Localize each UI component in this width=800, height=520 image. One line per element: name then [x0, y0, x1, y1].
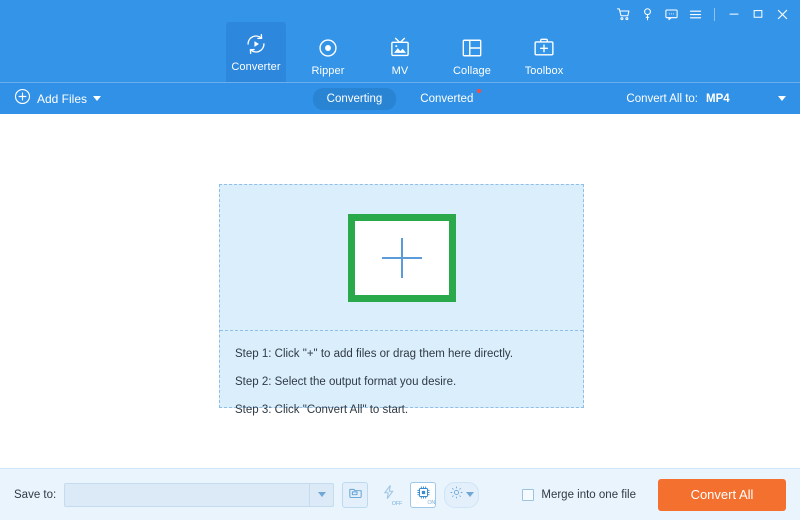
save-to-input[interactable]	[65, 483, 310, 506]
open-folder-button[interactable]	[342, 481, 369, 508]
toolbar: Add Files Converting Converted Convert A…	[0, 82, 800, 114]
plus-icon	[381, 237, 422, 278]
instruction-step-3: Step 3: Click "Convert All" to start.	[235, 404, 409, 416]
ripper-icon	[316, 35, 340, 61]
tab-converted-label: Converted	[420, 92, 474, 105]
nav-label-converter: Converter	[231, 61, 281, 73]
merge-label: Merge into one file	[541, 488, 636, 501]
save-to-field[interactable]	[64, 482, 335, 507]
nav-item-converter[interactable]: Converter	[226, 22, 286, 82]
nav-item-mv[interactable]: MV	[370, 30, 430, 82]
footer-bar: Save to: OFF ON Merge into one file Conv…	[0, 468, 800, 520]
controls-divider	[714, 7, 715, 21]
convert-all-to-label: Convert All to:	[626, 92, 698, 105]
high-speed-state-label: OFF	[391, 500, 403, 507]
convert-all-to-value: MP4	[706, 92, 730, 105]
collage-icon	[460, 35, 484, 61]
nav-item-toolbox[interactable]: Toolbox	[514, 30, 574, 82]
new-items-badge	[477, 88, 482, 93]
dropzone-instructions: Step 1: Click "+" to add files or drag t…	[220, 331, 583, 417]
add-files-button[interactable]: Add Files	[14, 88, 102, 110]
nav-label-ripper: Ripper	[311, 65, 345, 77]
high-speed-conversion-button[interactable]: OFF	[376, 482, 402, 508]
save-to-label: Save to:	[14, 488, 57, 501]
preferences-button[interactable]	[444, 481, 480, 508]
convert-all-button[interactable]: Convert All	[658, 478, 786, 511]
app-window: Converter Ripper MV Collage Toolbox Add …	[0, 0, 800, 520]
nav-item-ripper[interactable]: Ripper	[298, 30, 358, 82]
merge-checkbox[interactable]	[522, 488, 535, 501]
toolbox-icon	[532, 35, 556, 61]
gpu-state-label: ON	[427, 499, 436, 506]
instruction-step-1: Step 1: Click "+" to add files or drag t…	[235, 348, 514, 360]
nav-label-toolbox: Toolbox	[524, 65, 564, 77]
chevron-down-icon	[317, 492, 326, 497]
preferences-gear-icon	[449, 485, 464, 505]
save-to-dropdown-button[interactable]	[309, 483, 333, 506]
mv-icon	[388, 35, 412, 61]
chevron-down-icon[interactable]	[93, 96, 102, 101]
dropzone-add-area[interactable]	[220, 185, 583, 331]
convert-all-to-selector[interactable]: Convert All to: MP4	[626, 93, 786, 105]
add-files-label: Add Files	[37, 91, 88, 106]
plus-circle-icon	[14, 88, 31, 110]
open-folder-icon	[348, 485, 363, 505]
instruction-step-2: Step 2: Select the output format you des…	[235, 376, 457, 388]
nav-label-mv: MV	[391, 65, 409, 77]
converter-icon	[244, 31, 268, 57]
chevron-down-icon[interactable]	[778, 96, 786, 101]
chevron-down-icon[interactable]	[466, 492, 475, 497]
gpu-acceleration-button[interactable]: ON	[410, 481, 437, 508]
nav-label-collage: Collage	[452, 65, 491, 77]
main-content: Step 1: Click "+" to add files or drag t…	[0, 114, 800, 468]
merge-into-one-file-toggle[interactable]: Merge into one file	[522, 488, 636, 501]
add-file-plus-button[interactable]	[347, 213, 456, 302]
tab-converting[interactable]: Converting	[312, 87, 397, 110]
tab-converting-label: Converting	[326, 92, 383, 105]
main-nav: Converter Ripper MV Collage Toolbox	[0, 22, 800, 82]
file-dropzone[interactable]: Step 1: Click "+" to add files or drag t…	[219, 184, 584, 416]
title-bar: Converter Ripper MV Collage Toolbox	[0, 0, 800, 82]
nav-item-collage[interactable]: Collage	[442, 30, 502, 82]
tab-converted[interactable]: Converted	[406, 88, 487, 110]
